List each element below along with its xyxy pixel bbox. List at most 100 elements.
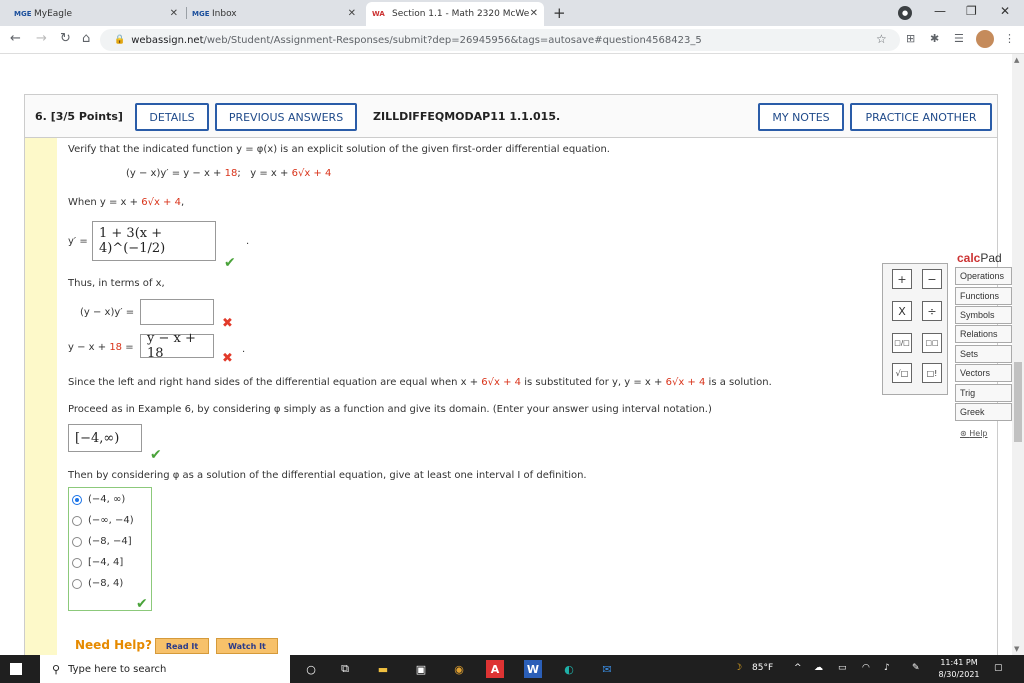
question-prompt: Verify that the indicated function y = φ… <box>68 144 610 155</box>
minimize-icon[interactable]: — <box>934 4 946 18</box>
radio-choice-4[interactable] <box>72 558 82 568</box>
my-notes-button[interactable]: MY NOTES <box>758 103 844 131</box>
back-arrow-icon[interactable]: ← <box>10 31 21 46</box>
new-tab-plus-icon[interactable]: + <box>553 4 566 22</box>
lhs-answer-input[interactable] <box>140 299 214 325</box>
calc-exponent-key[interactable]: □□ <box>922 333 942 353</box>
calc-menu-trig[interactable]: Trig <box>955 384 1012 402</box>
choice-label: (−8, −4] <box>88 536 132 547</box>
browser-menu-icon[interactable]: ⋮ <box>1004 32 1015 45</box>
tray-chevron-icon[interactable]: ^ <box>794 663 802 673</box>
page-scrollbar[interactable]: ▲ ▼ <box>1012 54 1024 655</box>
calc-menu-functions[interactable]: Functions <box>955 287 1012 305</box>
practice-another-button[interactable]: PRACTICE ANOTHER <box>850 103 992 131</box>
yprime-answer-box[interactable]: 1 + 3(x + 4)^(−1/2) <box>92 221 216 261</box>
calc-fraction-key[interactable]: □/□ <box>892 333 912 353</box>
calc-divide-key[interactable]: ÷ <box>922 301 942 321</box>
calc-factorial-key[interactable]: □! <box>922 363 942 383</box>
url-bar[interactable]: 🔒 webassign.net/web/Student/Assignment-R… <box>100 29 900 51</box>
word-icon[interactable]: W <box>524 660 542 678</box>
reload-icon[interactable]: ↻ <box>60 31 71 46</box>
interval-choice-box <box>68 487 152 611</box>
restore-icon[interactable]: ❐ <box>966 4 977 18</box>
tab-webassign[interactable]: WA Section 1.1 - Math 2320 McWe ✕ <box>366 2 544 26</box>
calc-times-key[interactable]: X <box>892 301 912 321</box>
home-icon[interactable]: ⌂ <box>82 31 90 46</box>
calc-menu-operations[interactable]: Operations <box>955 267 1012 285</box>
watch-it-button[interactable]: Watch It <box>216 638 278 654</box>
calc-menu-greek[interactable]: Greek <box>955 403 1012 421</box>
volume-icon[interactable]: ♪ <box>884 663 890 673</box>
task-view-icon[interactable]: ⧉ <box>336 660 354 678</box>
calc-plus-key[interactable]: + <box>892 269 912 289</box>
weather-temp[interactable]: 85°F <box>752 663 773 673</box>
tab-title: MyEagle <box>34 9 73 19</box>
choice-label: (−8, 4) <box>88 578 124 589</box>
user-avatar[interactable] <box>976 30 994 48</box>
given-equation: (y − x)y′ = y − x + 18; y = x + 6√x + 4 <box>126 168 332 179</box>
scroll-down-icon[interactable]: ▼ <box>1014 645 1019 653</box>
tab-myeagle[interactable]: MGE MyEagle ✕ <box>14 2 184 26</box>
search-placeholder: Type here to search <box>68 663 167 675</box>
taskbar-clock[interactable]: 11:41 PM 8/30/2021 <box>932 657 986 681</box>
calc-menu-symbols[interactable]: Symbols <box>955 306 1012 324</box>
question-left-bar <box>25 138 57 655</box>
address-toolbar: ← → ↻ ⌂ 🔒 webassign.net/web/Student/Assi… <box>0 26 1024 54</box>
extension-icon[interactable]: ⊞ <box>906 32 915 45</box>
yprime-label: y′ = <box>68 236 88 247</box>
acrobat-icon[interactable]: A <box>486 660 504 678</box>
windows-start-icon[interactable] <box>10 663 22 675</box>
forward-arrow-icon[interactable]: → <box>36 31 47 46</box>
details-button[interactable]: DETAILS <box>135 103 209 131</box>
reading-list-icon[interactable]: ☰ <box>954 32 964 45</box>
calc-sqrt-key[interactable]: √□ <box>892 363 912 383</box>
bookmark-star-icon[interactable]: ☆ <box>876 32 887 46</box>
close-tab-icon[interactable]: ✕ <box>170 8 178 19</box>
period-mark: . <box>246 236 250 247</box>
when-statement: When y = x + 6√x + 4, <box>68 197 185 208</box>
cortana-icon[interactable]: ○ <box>302 660 320 678</box>
close-tab-icon[interactable]: ✕ <box>530 8 538 19</box>
tab-inbox[interactable]: MGE Inbox ✕ <box>192 2 362 26</box>
calc-menu-sets[interactable]: Sets <box>955 345 1012 363</box>
since-statement: Since the left and right hand sides of t… <box>68 377 772 388</box>
browser-tab-bar: MGE MyEagle ✕ MGE Inbox ✕ WA Section 1.1… <box>0 0 1024 26</box>
scroll-up-icon[interactable]: ▲ <box>1014 56 1019 64</box>
domain-answer-box[interactable]: [−4,∞) <box>68 424 142 452</box>
clock-time: 11:41 PM <box>940 658 978 667</box>
radio-choice-5[interactable] <box>72 579 82 589</box>
radio-choice-1[interactable] <box>72 495 82 505</box>
calc-help-link[interactable]: ⊛ Help <box>960 429 988 438</box>
close-tab-icon[interactable]: ✕ <box>348 8 356 19</box>
mail-icon[interactable]: ✉ <box>598 660 616 678</box>
window-close-icon[interactable]: ✕ <box>1000 4 1010 18</box>
calcpad-panel: calcPad + − X ÷ □/□ □□ √□ □! Operations … <box>880 251 1012 445</box>
wifi-icon[interactable]: ◠ <box>862 663 870 673</box>
incorrect-x-icon: ✖ <box>222 316 233 331</box>
lock-icon: 🔒 <box>114 35 126 45</box>
previous-answers-button[interactable]: PREVIOUS ANSWERS <box>215 103 357 131</box>
read-it-button[interactable]: Read It <box>155 638 209 654</box>
taskbar-search-box[interactable]: ⚲ Type here to search <box>40 655 290 683</box>
scroll-thumb[interactable] <box>1014 362 1022 442</box>
store-icon[interactable]: ▣ <box>412 660 430 678</box>
extensions-puzzle-icon[interactable]: ✱ <box>930 32 939 45</box>
radio-choice-3[interactable] <box>72 537 82 547</box>
battery-icon[interactable]: ▭ <box>838 663 847 673</box>
onedrive-icon[interactable]: ☁ <box>814 663 823 673</box>
file-explorer-icon[interactable]: ▬ <box>374 660 392 678</box>
calc-menu-relations[interactable]: Relations <box>955 325 1012 343</box>
radio-choice-2[interactable] <box>72 516 82 526</box>
calc-minus-key[interactable]: − <box>922 269 942 289</box>
edge-icon[interactable]: ◐ <box>560 660 578 678</box>
thus-statement: Thus, in terms of x, <box>68 278 165 289</box>
rhs-answer-input[interactable]: y − x + 18 <box>140 331 214 361</box>
chrome-profile-icon[interactable]: ● <box>898 6 912 20</box>
notifications-icon[interactable]: ▢ <box>994 663 1003 673</box>
pen-icon[interactable]: ✎ <box>912 663 920 673</box>
inbox-favicon-icon: MGE <box>192 10 210 18</box>
choice-label: (−∞, −4) <box>88 515 134 526</box>
chrome-icon[interactable]: ◉ <box>450 660 468 678</box>
calc-menu-vectors[interactable]: Vectors <box>955 364 1012 382</box>
question-content <box>24 138 998 655</box>
